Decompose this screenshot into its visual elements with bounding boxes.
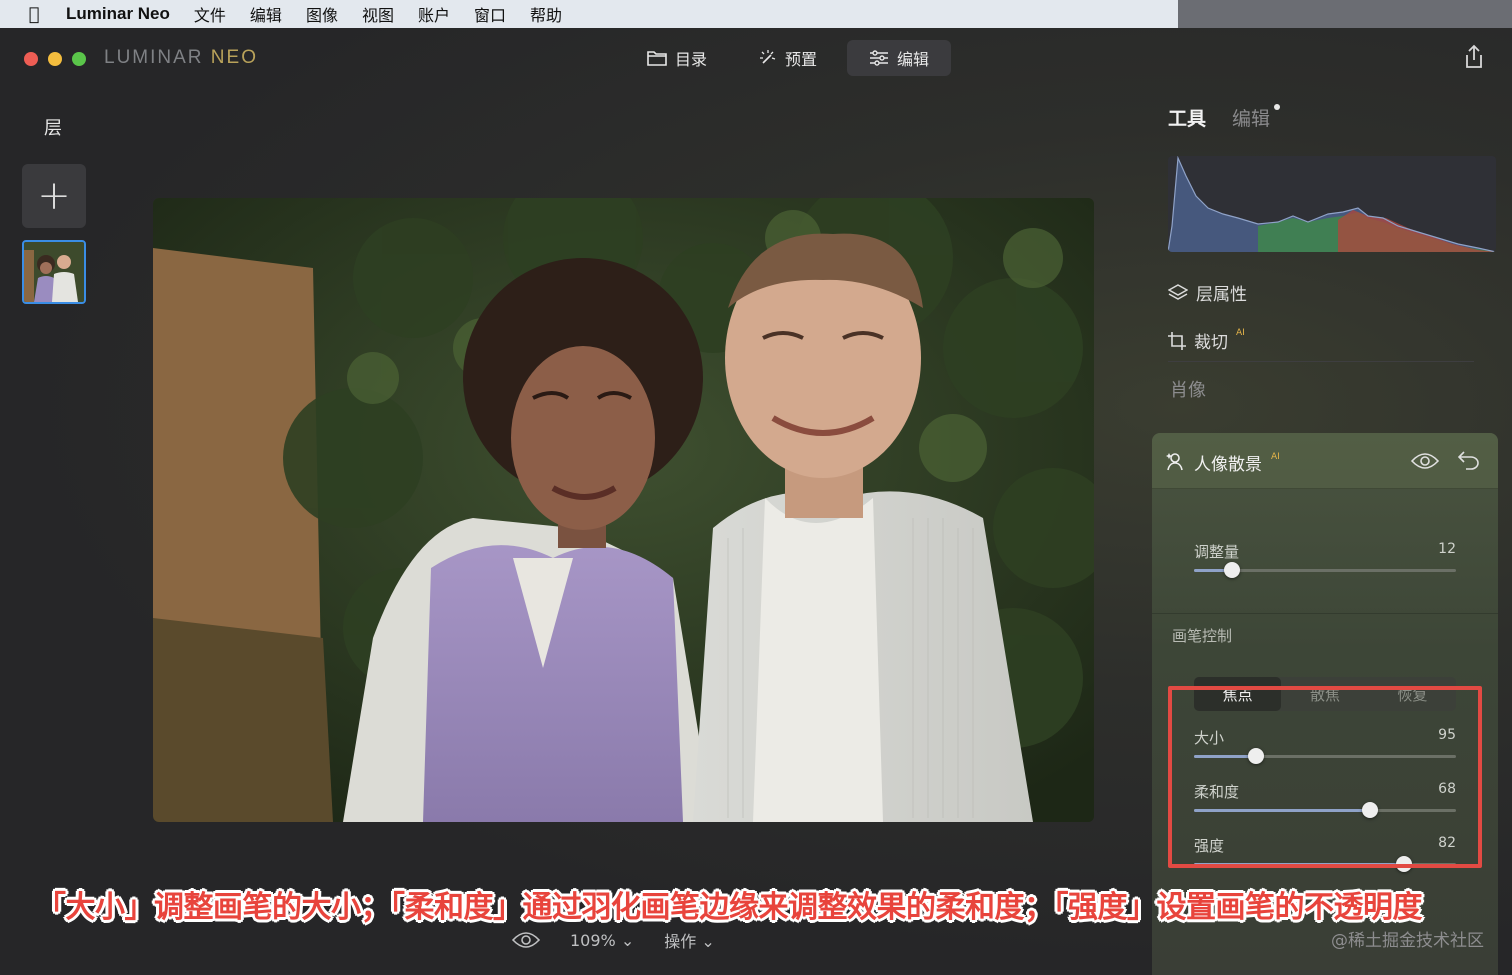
zoom-dropdown[interactable]: 109% ⌄ xyxy=(570,931,634,950)
crop-label: 裁切 xyxy=(1194,333,1228,353)
zoom-value: 109% xyxy=(570,930,616,950)
tool-header[interactable]: 人像散景 AI xyxy=(1152,433,1498,489)
menu-file[interactable]: 文件 xyxy=(194,2,226,26)
close-window-button[interactable] xyxy=(24,52,38,66)
tool-ai-badge: AI xyxy=(1271,452,1280,462)
bottom-toolbar: 109% ⌄ 操作 ⌄ xyxy=(512,928,715,952)
tab-edit[interactable]: 编辑 xyxy=(847,40,952,76)
ai-badge: AI xyxy=(1236,327,1245,338)
minimize-window-button[interactable] xyxy=(48,52,62,66)
crop-item[interactable]: 裁切 AI xyxy=(1168,328,1245,353)
menu-image[interactable]: 图像 xyxy=(306,2,338,26)
logo-accent: NEO xyxy=(210,47,258,68)
undo-icon[interactable] xyxy=(1458,450,1480,470)
actions-dropdown[interactable]: 操作 ⌄ xyxy=(664,928,715,952)
right-panel-tabs: 工具 编辑 xyxy=(1168,104,1281,131)
menu-window[interactable]: 窗口 xyxy=(474,2,506,26)
card-divider xyxy=(1152,613,1498,614)
layers-icon xyxy=(1168,283,1188,300)
tab-edit-label: 编辑 xyxy=(897,50,930,69)
menu-account[interactable]: 账户 xyxy=(418,2,450,26)
sliders-icon xyxy=(870,50,889,66)
menubar:  Luminar Neo 文件 编辑 图像 视图 账户 窗口 帮助 xyxy=(0,0,1178,28)
layers-title: 层 xyxy=(44,118,62,139)
magic-wand-icon xyxy=(760,50,776,64)
chevron-down-icon: ⌄ xyxy=(701,932,715,951)
watermark: @稀土掘金技术社区 xyxy=(1331,931,1484,951)
menubar-status-area xyxy=(1178,0,1512,28)
eye-icon[interactable] xyxy=(1411,451,1439,471)
apple-icon[interactable]:  xyxy=(24,4,44,25)
menu-help[interactable]: 帮助 xyxy=(530,2,562,26)
plus-icon: + xyxy=(37,173,71,219)
tab-presets-label: 预置 xyxy=(785,50,818,69)
annotation-caption: 「大小」调整画笔的大小；「柔和度」通过羽化画笔边缘来调整效果的柔和度；「强度」设… xyxy=(36,890,1423,925)
menu-view[interactable]: 视图 xyxy=(362,2,394,26)
histogram xyxy=(1168,156,1496,252)
crop-icon xyxy=(1168,331,1186,350)
amount-knob[interactable] xyxy=(1224,562,1240,578)
portrait-photo xyxy=(153,198,1094,822)
brush-control-label: 画笔控制 xyxy=(1172,627,1233,645)
folder-icon xyxy=(647,51,667,66)
top-navigation: 目录 预置 编辑 xyxy=(625,40,952,76)
amount-label: 调整量 xyxy=(1194,543,1240,561)
menu-edit[interactable]: 编辑 xyxy=(250,2,282,26)
tab-tools[interactable]: 工具 xyxy=(1168,104,1206,131)
amount-track[interactable] xyxy=(1194,562,1456,578)
menubar-app-name[interactable]: Luminar Neo xyxy=(66,4,170,24)
share-icon[interactable] xyxy=(1462,44,1486,70)
tab-presets[interactable]: 预置 xyxy=(737,40,839,76)
logo-text: LUMINAR xyxy=(104,47,204,68)
app-logo: LUMINAR NEO xyxy=(104,47,258,69)
preview-eye-icon[interactable] xyxy=(512,930,540,950)
histogram-graph xyxy=(1168,156,1496,252)
window-controls xyxy=(24,52,86,66)
amount-value: 12 xyxy=(1438,541,1456,557)
annotation-highlight-box xyxy=(1168,686,1482,868)
actions-label: 操作 xyxy=(664,932,697,951)
layer-thumbnail[interactable] xyxy=(22,240,86,304)
photo-canvas[interactable] xyxy=(153,198,1094,822)
tab-edits[interactable]: 编辑 xyxy=(1232,104,1281,131)
layer-properties-label: 层属性 xyxy=(1196,285,1247,305)
layer-thumbnail-image xyxy=(24,242,84,302)
chevron-down-icon: ⌄ xyxy=(620,930,635,950)
add-layer-button[interactable]: + xyxy=(22,164,86,228)
layer-properties-item[interactable]: 层属性 xyxy=(1168,280,1247,305)
tab-catalog[interactable]: 目录 xyxy=(625,40,729,76)
section-divider xyxy=(1168,361,1474,362)
tool-title: 人像散景 xyxy=(1194,455,1262,475)
zoom-window-button[interactable] xyxy=(72,52,86,66)
portrait-user-icon xyxy=(1166,453,1183,471)
section-portrait: 肖像 xyxy=(1170,380,1206,401)
tab-catalog-label: 目录 xyxy=(675,50,708,69)
